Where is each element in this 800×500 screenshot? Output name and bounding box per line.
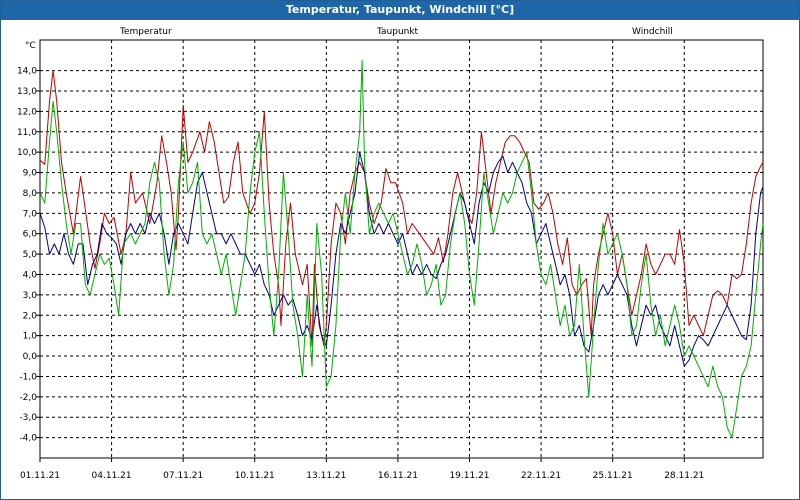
- y-axis-ticks: -4,0 -3,0 -2,0 -1,0 0,0 1,0 2,0 3,0 4,0 5,0 6,0 7,0…: [17, 67, 40, 444]
- x-tick-label: 04.11.21: [92, 471, 132, 481]
- y-tick-label: 4,0: [23, 270, 38, 280]
- series-line-taupunkt: [39, 151, 764, 367]
- y-tick-label: 13,0: [17, 87, 37, 97]
- y-tick-label: 1,0: [23, 332, 38, 342]
- y-tick-label: -2,0: [19, 393, 37, 403]
- y-tick-label: 11,0: [17, 128, 37, 138]
- x-tick-label: 10.11.21: [235, 471, 275, 481]
- y-tick-label: -3,0: [19, 413, 37, 423]
- y-tick-label: 2,0: [23, 311, 38, 321]
- x-tick-label: 16.11.21: [378, 471, 418, 481]
- series-line-windchill: [39, 59, 764, 439]
- x-axis-ticks: 01.11.21 04.11.21 07.11.21 10.11.21 13.11.21…: [20, 458, 704, 481]
- y-tick-label: -1,0: [19, 372, 37, 382]
- y-axis-unit: °C: [25, 41, 36, 51]
- x-tick-label: 22.11.21: [521, 471, 561, 481]
- x-tick-label: 01.11.21: [20, 471, 60, 481]
- x-tick-label: 25.11.21: [593, 471, 633, 481]
- y-tick-label: 7,0: [23, 209, 38, 219]
- series-line-temperatur: [39, 70, 764, 347]
- x-tick-label: 13.11.21: [306, 471, 346, 481]
- y-tick-label: 8,0: [23, 189, 38, 199]
- line-chart: -4,0 -3,0 -2,0 -1,0 0,0 1,0 2,0 3,0 4,0 5,0 6,0 7,0…: [17, 27, 764, 481]
- y-tick-label: 0,0: [23, 352, 38, 362]
- series-lines: [39, 59, 764, 439]
- y-tick-label: 14,0: [17, 67, 37, 77]
- y-tick-label: 10,0: [17, 148, 37, 158]
- legend-windchill: Windchill: [632, 27, 673, 37]
- x-tick-label: 28.11.21: [664, 471, 704, 481]
- y-tick-label: 5,0: [23, 250, 38, 260]
- y-tick-label: 6,0: [23, 230, 38, 240]
- x-tick-label: 19.11.21: [449, 471, 489, 481]
- y-tick-label: -4,0: [19, 434, 37, 444]
- y-tick-label: 12,0: [17, 107, 37, 117]
- y-tick-label: 3,0: [23, 291, 38, 301]
- x-tick-label: 07.11.21: [163, 471, 203, 481]
- y-tick-label: 9,0: [23, 169, 38, 179]
- legend-temperatur: Temperatur: [119, 27, 172, 37]
- legend-taupunkt: Taupunkt: [376, 27, 419, 37]
